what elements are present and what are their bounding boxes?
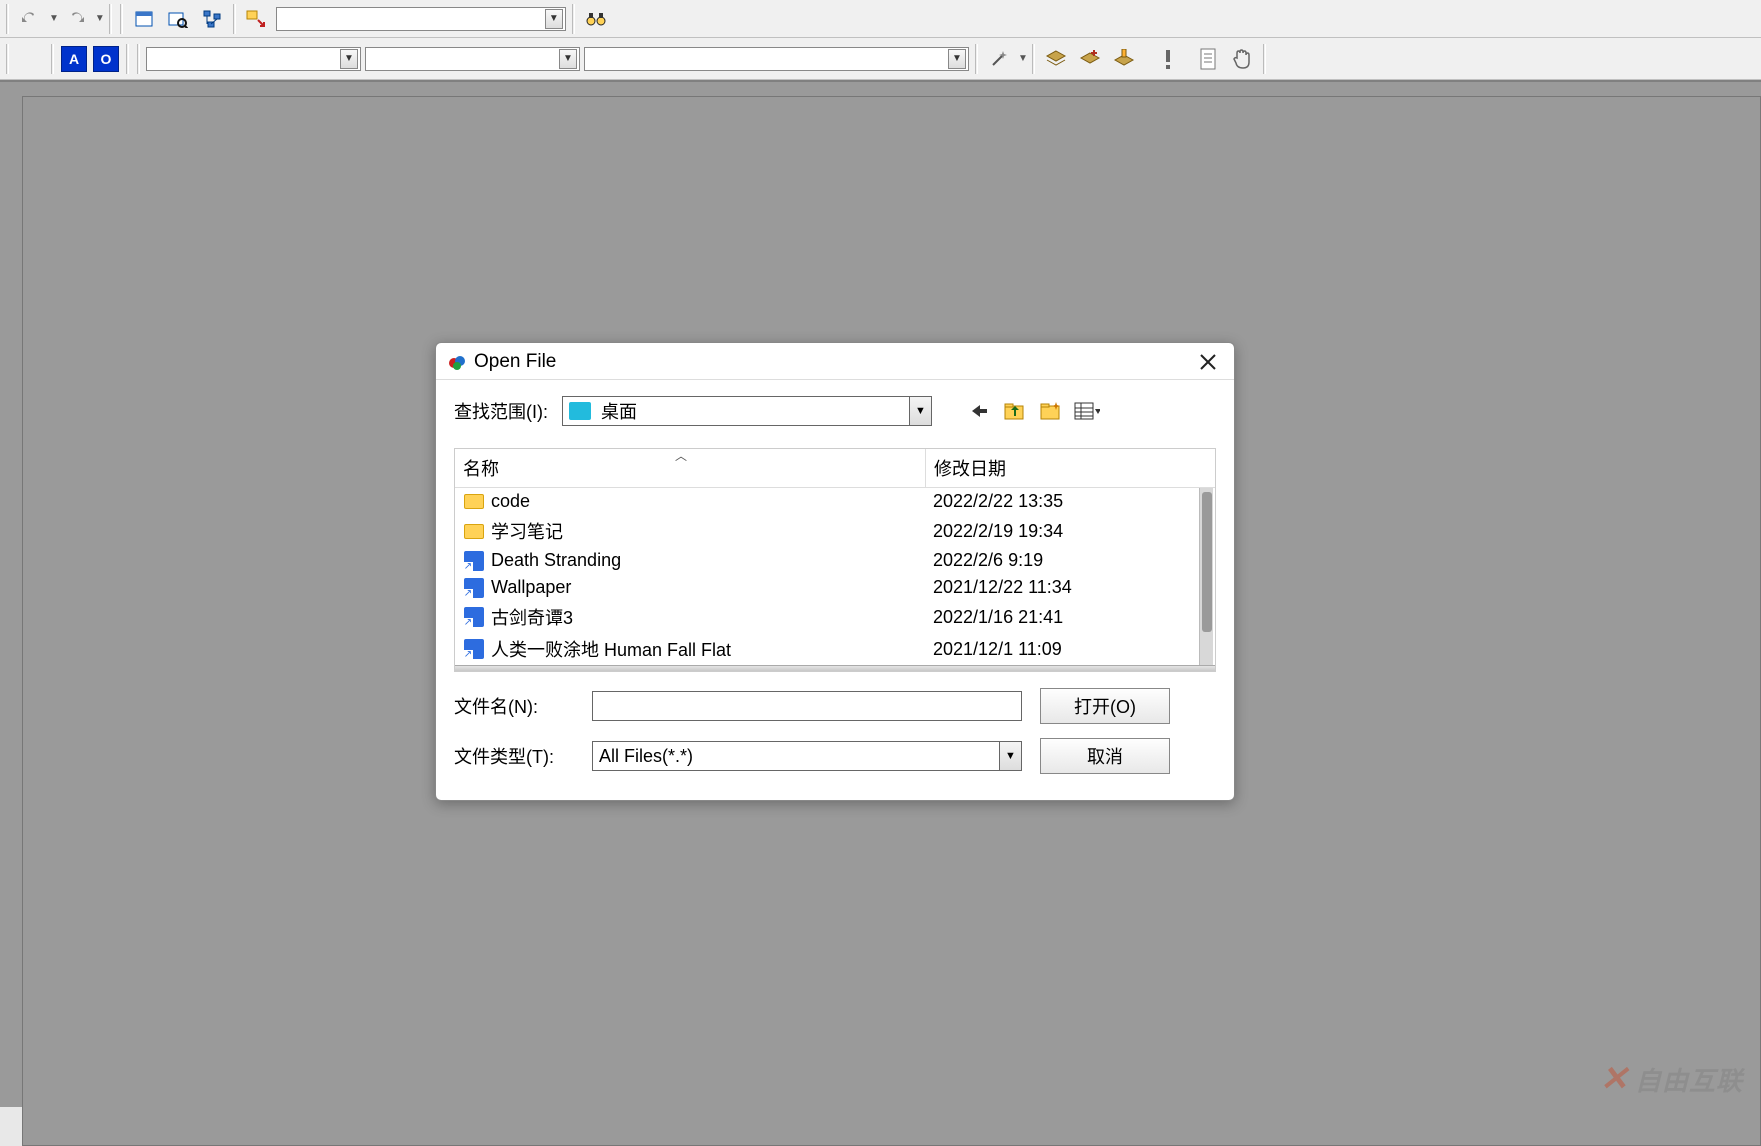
undo-button[interactable] — [14, 3, 46, 35]
separator — [109, 4, 112, 34]
back-icon[interactable] — [966, 398, 992, 424]
file-name: 人类一败涂地 Human Fall Flat — [491, 636, 731, 662]
goto-icon[interactable] — [241, 3, 273, 35]
file-date: 2021/12/1 11:09 — [933, 639, 1207, 660]
chip-a[interactable]: A — [61, 46, 87, 72]
window-icon[interactable] — [128, 3, 160, 35]
file-row[interactable]: code 2022/2/22 13:35 — [455, 488, 1215, 515]
cancel-button[interactable]: 取消 — [1040, 738, 1170, 774]
separator — [572, 4, 575, 34]
separator — [126, 44, 129, 74]
file-row[interactable]: Death Stranding 2022/2/6 9:19 — [455, 547, 1215, 574]
folder-icon — [463, 492, 485, 512]
look-in-combo[interactable]: 桌面 ▼ — [562, 396, 932, 426]
separator — [120, 4, 123, 34]
combo-1[interactable]: ▼ — [146, 47, 361, 71]
desktop-icon — [569, 402, 591, 420]
chip-o[interactable]: O — [93, 46, 119, 72]
layers-icon[interactable] — [1040, 43, 1072, 75]
tree-icon[interactable] — [196, 3, 228, 35]
wand-dropdown[interactable] — [1018, 53, 1028, 64]
chevron-down-icon[interactable]: ▼ — [909, 397, 931, 425]
file-name: Death Stranding — [491, 550, 621, 571]
watermark-x-icon: ✕ — [1599, 1059, 1629, 1099]
file-list: 名称 ︿ 修改日期 code 2022/2/22 13:35 学习笔记 2022/2/… — [454, 448, 1216, 672]
file-name: 学习笔记 — [491, 518, 563, 544]
doc-icon[interactable] — [1192, 43, 1224, 75]
toolbar-row-1: ▼ — [0, 0, 1761, 38]
file-date: 2022/1/16 21:41 — [933, 607, 1207, 628]
close-icon[interactable] — [1194, 354, 1222, 370]
file-row[interactable]: Wallpaper 2021/12/22 11:34 — [455, 574, 1215, 601]
hand-icon[interactable] — [1226, 43, 1258, 75]
file-date: 2022/2/6 9:19 — [933, 550, 1207, 571]
layers-edit-icon[interactable] — [1108, 43, 1140, 75]
binoculars-icon[interactable] — [580, 3, 612, 35]
combo-3[interactable]: ▼ — [584, 47, 969, 71]
open-button[interactable]: 打开(O) — [1040, 688, 1170, 724]
file-row[interactable]: 人类一败涂地 Human Fall Flat 2021/12/1 11:09 — [455, 633, 1215, 665]
sort-caret-icon: ︿ — [675, 447, 687, 464]
shortcut-icon — [463, 551, 485, 571]
dialog-titlebar: Open File — [436, 343, 1234, 380]
separator — [233, 4, 236, 34]
file-row[interactable]: 古剑奇谭3 2022/1/16 21:41 — [455, 601, 1215, 633]
scrollbar[interactable] — [1199, 488, 1213, 665]
separator — [6, 4, 9, 34]
undo-dropdown[interactable] — [49, 13, 59, 24]
folder-icon — [463, 521, 485, 541]
new-folder-icon[interactable] — [1038, 398, 1064, 424]
file-list-header: 名称 ︿ 修改日期 — [455, 449, 1215, 488]
goto-combo[interactable]: ▼ — [276, 7, 566, 31]
shortcut-icon — [463, 607, 485, 627]
filetype-label: 文件类型(T): — [454, 743, 574, 769]
scrollbar-thumb[interactable] — [1202, 492, 1212, 632]
redo-button[interactable] — [60, 3, 92, 35]
shortcut-icon — [463, 639, 485, 659]
file-date: 2022/2/19 19:34 — [933, 521, 1207, 542]
watermark: ✕ 自由互联 — [1599, 1059, 1743, 1099]
redo-dropdown[interactable] — [95, 13, 105, 24]
app-icon — [448, 353, 466, 371]
separator — [1032, 44, 1035, 74]
layers-add-icon[interactable] — [1074, 43, 1106, 75]
toolbar-row-2: A O ▼ ▼ ▼ — [0, 38, 1761, 80]
shortcut-icon — [463, 578, 485, 598]
file-row[interactable]: 学习笔记 2022/2/19 19:34 — [455, 515, 1215, 547]
look-in-value: 桌面 — [597, 398, 909, 424]
look-in-label: 查找范围(I): — [454, 398, 548, 424]
separator — [51, 44, 54, 74]
column-date[interactable]: 修改日期 — [925, 449, 1215, 487]
filetype-select[interactable]: All Files(*.*) ▼ — [592, 741, 1022, 771]
file-name: Wallpaper — [491, 577, 571, 598]
file-list-body[interactable]: code 2022/2/22 13:35 学习笔记 2022/2/19 19:34 De… — [455, 488, 1215, 665]
separator — [975, 44, 978, 74]
filename-label: 文件名(N): — [454, 693, 574, 719]
bottom-scrollbar[interactable] — [455, 665, 1215, 671]
exclaim-icon[interactable] — [1152, 43, 1184, 75]
filename-input[interactable] — [592, 691, 1022, 721]
dialog-title: Open File — [474, 351, 556, 373]
wand-icon[interactable] — [983, 43, 1015, 75]
separator — [137, 44, 140, 74]
filetype-value: All Files(*.*) — [593, 746, 999, 767]
column-name[interactable]: 名称 ︿ — [455, 449, 925, 487]
view-menu-icon[interactable] — [1074, 398, 1100, 424]
file-name: 古剑奇谭3 — [491, 604, 573, 630]
combo-2[interactable]: ▼ — [365, 47, 580, 71]
file-name: code — [491, 491, 530, 512]
separator — [1263, 44, 1266, 74]
file-date: 2022/2/22 13:35 — [933, 491, 1207, 512]
file-date: 2021/12/22 11:34 — [933, 577, 1207, 598]
find-replace-icon[interactable] — [162, 3, 194, 35]
open-file-dialog: Open File 查找范围(I): 桌面 ▼ 名称 ︿ 修改日期 — [435, 342, 1235, 801]
chevron-down-icon[interactable]: ▼ — [999, 742, 1021, 770]
up-folder-icon[interactable] — [1002, 398, 1028, 424]
separator — [6, 44, 9, 74]
